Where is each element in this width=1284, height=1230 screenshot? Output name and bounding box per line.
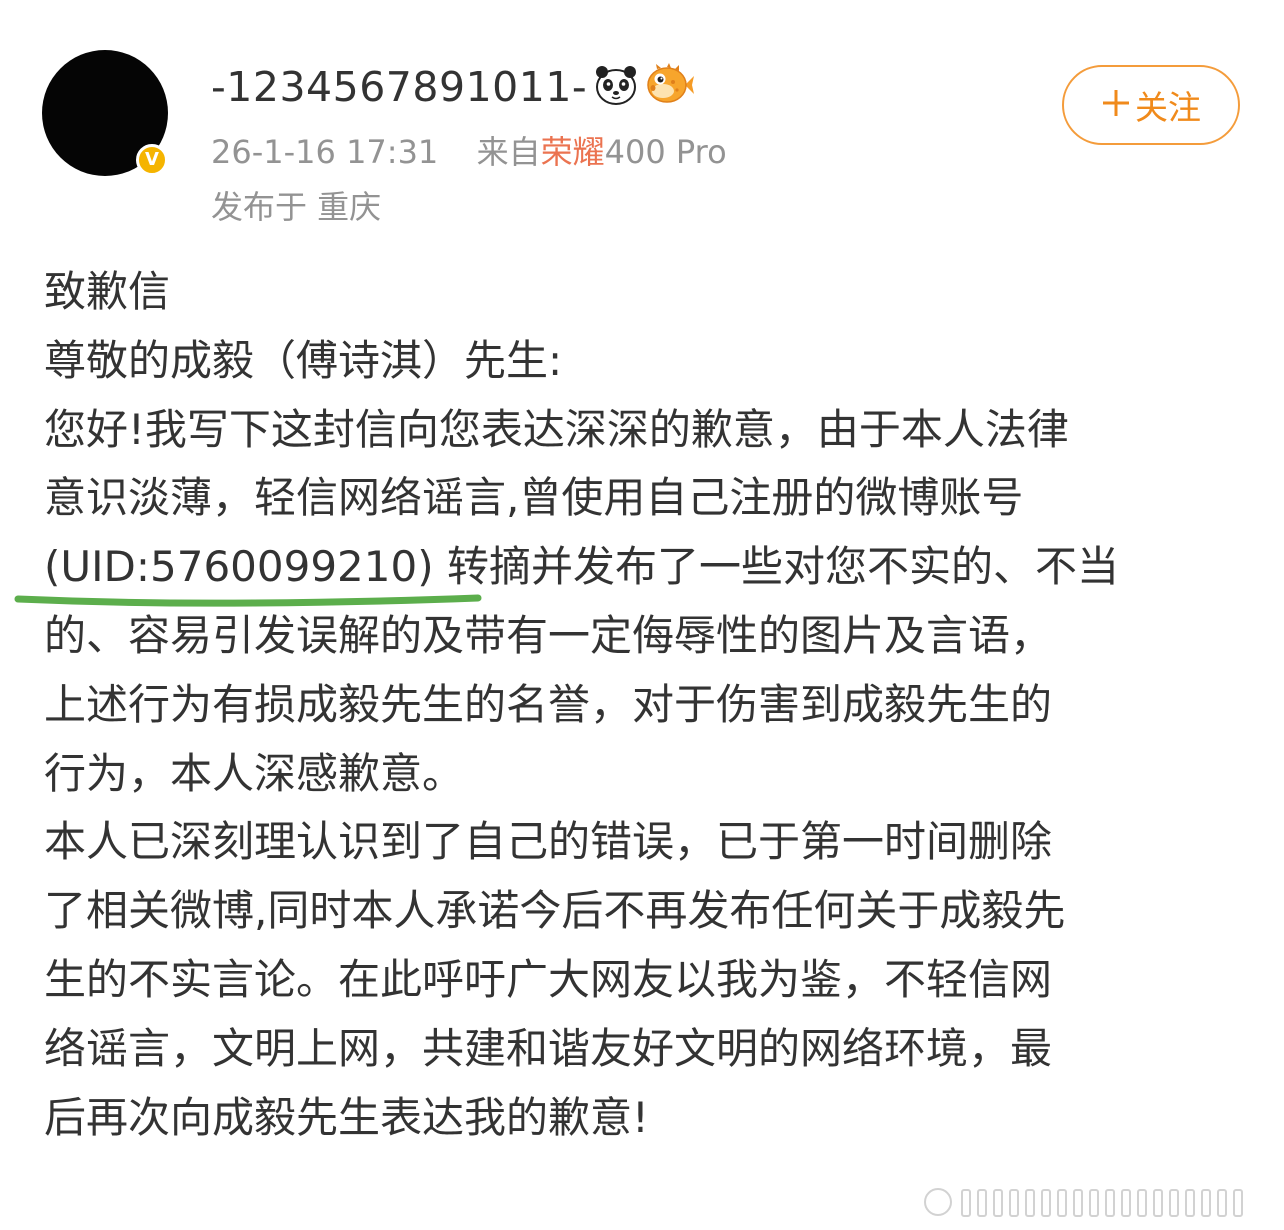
post-line: 上述行为有损成毅先生的名誉，对于伤害到成毅先生的 <box>44 679 1053 729</box>
source-prefix: 来自 <box>476 133 541 171</box>
follow-label: 关注 <box>1135 88 1201 127</box>
post-timestamp[interactable]: 26-1-16 17:31 <box>211 133 438 171</box>
post-line: 络谣言，文明上网，共建和谐友好文明的网络环境，最 <box>44 1023 1053 1073</box>
post-location: 发布于 重庆 <box>211 188 382 226</box>
green-underline-annotation <box>14 594 482 607</box>
post-meta: 26-1-16 17:31 来自荣耀400 Pro <box>211 127 727 173</box>
post-line: 您好!我写下这封信向您表达深深的歉意，由于本人法律 <box>44 404 1069 454</box>
source-brand-link[interactable]: 荣耀 <box>541 133 605 171</box>
avatar-container[interactable]: V <box>42 50 170 178</box>
post-line: 致歉信 <box>44 267 171 316</box>
post-line: 行为，本人深感歉意。 <box>44 748 465 798</box>
post-line: 生的不实言论。在此呼吁广大网友以我为鉴，不轻信网 <box>44 954 1053 1004</box>
follow-button[interactable]: 关注 <box>1062 65 1240 145</box>
username[interactable]: -1234567891011- <box>211 63 587 111</box>
username-row: -1234567891011- <box>211 60 695 114</box>
panda-emoji-icon <box>593 62 639 112</box>
post-line: 后再次向成毅先生表达我的歉意! <box>44 1092 649 1142</box>
post-body: 致歉信 尊敬的成毅（傅诗淇）先生: 您好!我写下这封信向您表达深深的歉意，由于本… <box>44 258 1249 1152</box>
verified-badge-icon: V <box>136 144 168 176</box>
post-line: 本人已深刻理认识到了自己的错误，已于第一时间删除 <box>44 817 1053 867</box>
post-line: 尊敬的成毅（傅诗淇）先生: <box>44 335 563 385</box>
source-model: 400 Pro <box>604 133 727 171</box>
post-line: 意识淡薄，轻信网络谣言,曾使用自己注册的微博账号 <box>44 473 1024 523</box>
plus-icon <box>1101 85 1131 125</box>
watermark-bar-icon <box>924 1188 1243 1217</box>
post-line: 的、容易引发误解的及带有一定侮辱性的图片及言语， <box>44 610 1053 660</box>
pufferfish-emoji-icon <box>645 62 695 112</box>
post-line: 了相关微博,同时本人承诺今后不再发布任何关于成毅先 <box>44 886 1066 936</box>
